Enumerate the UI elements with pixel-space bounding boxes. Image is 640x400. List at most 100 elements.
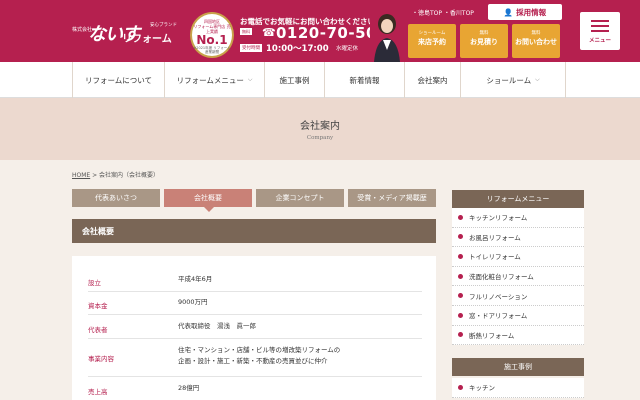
chevron-down-icon: ⌵: [535, 76, 540, 83]
section-heading: 会社概要: [72, 219, 436, 243]
nav-item-cases[interactable]: 施工事例: [264, 62, 324, 98]
contact-button[interactable]: 無料 お問い合わせ: [512, 24, 560, 58]
area-top-links[interactable]: ・徳島TOP ・香川TOP: [412, 8, 474, 17]
hamburger-icon: [591, 25, 609, 27]
nav-item-reform-menu[interactable]: リフォームメニュー ⌵: [164, 62, 264, 98]
bullet-icon: [458, 253, 463, 259]
award-note: ※2021年度 リフォーム産業新聞: [193, 46, 231, 54]
sidebar-item-label: 洗面化粧台リフォーム: [469, 273, 534, 282]
row-label: 資本金: [88, 302, 108, 310]
logo-subtitle: リフォーム: [122, 34, 172, 45]
showroom-reserve-button[interactable]: ショールーム 来店予約: [408, 24, 456, 58]
tab-label: 代表あいさつ: [95, 194, 137, 202]
row-label: 設立: [88, 279, 101, 287]
sidebar-item-label: フルリノベーション: [469, 292, 528, 301]
table-row: 代表者 代表取締役 湯浅 眞一郎: [88, 315, 422, 339]
nav-label: リフォームについて: [84, 75, 153, 85]
logo-tagline: 安心ブランド: [150, 23, 177, 28]
bullet-icon: [458, 312, 463, 318]
row-label: 代表者: [88, 326, 108, 334]
hours-label: 受付時間: [240, 44, 262, 52]
nav-item-news[interactable]: 新着情報: [324, 62, 404, 98]
cta-small: 無料: [531, 31, 541, 36]
nav-item-showroom[interactable]: ショールーム ⌵: [460, 62, 566, 98]
chevron-down-icon: ⌵: [247, 76, 253, 83]
sidebar-item-renovation[interactable]: フルリノベーション: [452, 286, 584, 306]
sidebar-reform-list: キッチンリフォーム お風呂リフォーム トイレリフォーム 洗面化粧台リフォーム フ…: [452, 208, 584, 346]
tab-concept[interactable]: 企業コンセプト: [256, 189, 344, 207]
table-row: 売上高 28億円: [88, 377, 422, 400]
bullet-icon: [458, 273, 463, 279]
bullet-icon: [458, 214, 463, 220]
site-header: 株式会社 ないす リフォーム 安心ブランド 四国地区 リフォーム専門店 売上実績…: [0, 0, 640, 62]
nav-label: ショールーム: [486, 75, 532, 85]
hamburger-icon: [591, 30, 609, 32]
sidebar-item-label: お風呂リフォーム: [469, 233, 521, 242]
tab-greeting[interactable]: 代表あいさつ: [72, 189, 160, 207]
nav-label: リフォームメニュー: [176, 75, 244, 85]
row-value: 代表取締役 湯浅 眞一郎: [178, 322, 256, 330]
menu-label: メニュー: [588, 38, 611, 44]
row-value: 9000万円: [178, 298, 208, 306]
award-badge: 四国地区 リフォーム専門店 売上実績 No.1 ※2021年度 リフォーム産業新…: [190, 12, 234, 58]
hamburger-icon: [591, 20, 609, 22]
tab-label: 受賞・メディア掲載歴: [357, 194, 427, 202]
row-value: 企画・設計・施工・新築・不動産の売買並びに仲介: [178, 357, 328, 365]
sidebar-item-kitchen[interactable]: キッチンリフォーム: [452, 208, 584, 228]
page-title-banner: 会社案内 Company: [0, 98, 640, 160]
recruit-button[interactable]: 👤 採用情報: [488, 4, 562, 20]
breadcrumb-current: > 会社案内（会社概要）: [90, 172, 160, 179]
sidebar-item-label: 断熱リフォーム: [469, 331, 515, 340]
sidebar-cases-list: キッチン: [452, 378, 584, 398]
business-hours: 10:00～17:00: [266, 44, 329, 54]
cta-main: お問い合わせ: [515, 38, 557, 46]
row-value: 28億円: [178, 384, 200, 392]
bullet-icon: [458, 293, 463, 299]
global-nav: リフォームについて リフォームメニュー ⌵ 施工事例 新着情報 会社案内 ショール…: [0, 62, 640, 98]
sidebar-item-washstand[interactable]: 洗面化粧台リフォーム: [452, 267, 584, 287]
table-row: 設立 平成4年6月: [88, 270, 422, 292]
staff-photo: [370, 10, 404, 62]
sidebar-item-case-kitchen[interactable]: キッチン: [452, 378, 584, 398]
hamburger-menu-button[interactable]: メニュー: [580, 12, 620, 50]
estimate-button[interactable]: 無料 お見積り: [460, 24, 508, 58]
sidebar-item-toilet[interactable]: トイレリフォーム: [452, 247, 584, 267]
tab-company-profile[interactable]: 会社概要: [164, 189, 252, 212]
nav-label: 会社案内: [417, 75, 448, 85]
nav-item-company[interactable]: 会社案内: [404, 62, 460, 98]
nav-label: 施工事例: [279, 75, 310, 85]
table-row: 事業内容 住宅・マンション・店舗・ビル等の増改築リフォームの 企画・設計・施工・…: [88, 339, 422, 377]
sidebar-cases-heading: 施工事例: [452, 358, 584, 376]
row-label: 事業内容: [88, 355, 114, 363]
sidebar-item-bath[interactable]: お風呂リフォーム: [452, 228, 584, 248]
bullet-icon: [458, 332, 463, 338]
sidebar-item-label: トイレリフォーム: [469, 253, 521, 262]
sidebar-item-label: キッチンリフォーム: [469, 214, 528, 223]
sidebar-item-label: 窓・ドアリフォーム: [469, 312, 528, 321]
cta-main: 来店予約: [418, 38, 446, 46]
cta-small: 無料: [479, 31, 489, 36]
bullet-icon: [458, 234, 463, 240]
tab-awards-media[interactable]: 受賞・メディア掲載歴: [348, 189, 436, 207]
sidebar-item-label: キッチン: [469, 384, 495, 393]
tab-label: 企業コンセプト: [275, 194, 325, 202]
bullet-icon: [458, 384, 463, 390]
row-value: 平成4年6月: [178, 275, 213, 283]
table-row: 資本金 9000万円: [88, 292, 422, 315]
breadcrumb-home-link[interactable]: HOME: [72, 172, 90, 179]
sidebar-reform-menu-heading: リフォームメニュー: [452, 190, 584, 208]
award-rank: No.1: [196, 33, 228, 47]
page-title-en: Company: [306, 135, 334, 141]
row-label: 売上高: [88, 388, 108, 396]
page-title: 会社案内: [300, 121, 340, 132]
tab-label: 会社概要: [194, 194, 222, 202]
nav-label: 新着情報: [349, 75, 380, 85]
free-dial-badge: 無料: [240, 28, 252, 35]
sidebar-item-insulation[interactable]: 断熱リフォーム: [452, 326, 584, 346]
nav-item-about-reform[interactable]: リフォームについて: [72, 62, 164, 98]
phone-icon: ☎: [262, 26, 276, 39]
sidebar-item-window-door[interactable]: 窓・ドアリフォーム: [452, 306, 584, 326]
closed-day: 水曜定休: [336, 46, 359, 52]
cta-main: お見積り: [470, 38, 498, 46]
person-icon: 👤: [503, 7, 514, 17]
